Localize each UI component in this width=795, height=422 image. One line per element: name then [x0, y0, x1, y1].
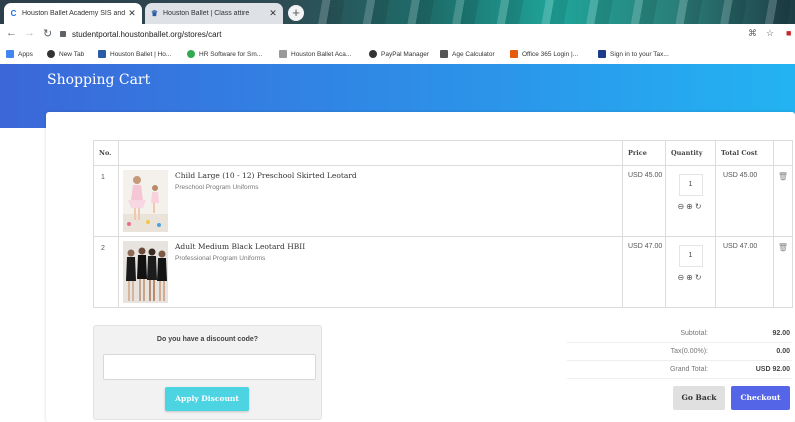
- bookmark-hr-software[interactable]: HR Software for Sm...: [187, 50, 262, 58]
- bookmark-office-365[interactable]: Office 365 Login |...: [510, 50, 578, 58]
- tax-label: Tax(0.00%):: [670, 348, 708, 355]
- col-quantity: Quantity: [665, 140, 716, 166]
- bookmark-star-icon[interactable]: ☆: [766, 28, 774, 39]
- address-bar-row: ← → ↻ studentportal.houstonballet.org/st…: [0, 24, 795, 46]
- bookmark-tax-signin[interactable]: Sign in to your Tax...: [598, 50, 669, 58]
- quantity-cell: 1 ⊖⊕↻: [665, 165, 716, 237]
- order-totals: Subtotal: 92.00 Tax(0.00%): 0.00 Grand T…: [567, 325, 792, 379]
- table-row: 1 Child Large (10 - 12) Preschool Skirte…: [93, 165, 793, 237]
- trash-icon[interactable]: 🗑: [778, 172, 788, 181]
- bookmark-age-calculator[interactable]: Age Calculator: [440, 50, 495, 58]
- bookmark-apps[interactable]: Apps: [6, 50, 33, 58]
- discount-code-input[interactable]: [103, 354, 316, 380]
- tab-sis-cart[interactable]: C Houston Ballet Academy SIS and ✕: [4, 3, 142, 24]
- subtotal-label: Subtotal:: [680, 330, 708, 337]
- cart-table: No. Price Quantity Total Cost 1 Child La…: [93, 140, 793, 308]
- globe-icon: [369, 50, 377, 58]
- product-image[interactable]: [123, 241, 168, 303]
- trash-icon[interactable]: 🗑: [778, 243, 788, 252]
- grand-total-row: Grand Total: USD 92.00: [567, 361, 792, 379]
- tax-row: Tax(0.00%): 0.00: [567, 343, 792, 361]
- delete-cell: 🗑: [773, 236, 793, 308]
- translate-icon[interactable]: ⌘: [748, 28, 757, 39]
- bookmarks-bar: Apps New Tab Houston Ballet | Ho... HR S…: [0, 46, 795, 65]
- tax-icon: [598, 50, 606, 58]
- go-back-button[interactable]: Go Back: [673, 386, 725, 410]
- item-total: USD 45.00: [715, 165, 774, 237]
- back-arrow-icon[interactable]: ←: [6, 27, 17, 39]
- increase-icon[interactable]: ⊕: [686, 273, 695, 282]
- row-number: 2: [93, 236, 119, 308]
- houston-ballet-favicon-icon: ♛: [150, 9, 159, 18]
- apps-grid-icon: [6, 50, 14, 58]
- close-tab-icon[interactable]: ✕: [126, 8, 138, 19]
- globe-icon: [47, 50, 55, 58]
- sis-favicon-icon: C: [10, 9, 17, 18]
- url-field[interactable]: studentportal.houstonballet.org/stores/c…: [60, 27, 740, 43]
- apply-discount-button[interactable]: Apply Discount: [165, 387, 249, 411]
- quantity-cell: 1 ⊖⊕↻: [665, 236, 716, 308]
- item-price: USD 45.00: [622, 165, 666, 237]
- tab-title: Houston Ballet | Class attire: [163, 10, 250, 17]
- bookmark-new-tab[interactable]: New Tab: [47, 50, 84, 58]
- item-price: USD 47.00: [622, 236, 666, 308]
- col-actions: [773, 140, 793, 166]
- product-cell: Child Large (10 - 12) Preschool Skirted …: [118, 165, 623, 237]
- product-cell: Adult Medium Black Leotard HBII Professi…: [118, 236, 623, 308]
- decrease-icon[interactable]: ⊖: [677, 273, 686, 282]
- subtotal-value: 92.00: [772, 330, 790, 337]
- office-icon: [510, 50, 518, 58]
- refresh-icon[interactable]: ↻: [695, 273, 704, 282]
- decrease-icon[interactable]: ⊖: [677, 202, 686, 211]
- new-tab-button[interactable]: +: [288, 5, 304, 21]
- item-total: USD 47.00: [715, 236, 774, 308]
- refresh-icon[interactable]: ↻: [695, 202, 704, 211]
- col-product: [118, 140, 623, 166]
- col-price: Price: [622, 140, 666, 166]
- product-name[interactable]: Child Large (10 - 12) Preschool Skirted …: [123, 171, 618, 180]
- checkout-button[interactable]: Checkout: [731, 386, 790, 410]
- calculator-icon: [440, 50, 448, 58]
- discount-panel: Do you have a discount code? Apply Disco…: [93, 325, 322, 420]
- green-circle-icon: [187, 50, 195, 58]
- page-title: Shopping Cart: [47, 72, 151, 88]
- increase-icon[interactable]: ⊕: [686, 202, 695, 211]
- bookmark-paypal-manager[interactable]: PayPal Manager: [369, 50, 429, 58]
- product-name[interactable]: Adult Medium Black Leotard HBII: [123, 242, 618, 251]
- quantity-input[interactable]: 1: [678, 245, 703, 267]
- col-total: Total Cost: [715, 140, 774, 166]
- grand-total-value: USD 92.00: [755, 366, 790, 373]
- product-category: Preschool Program Uniforms: [175, 184, 259, 191]
- product-category: Professional Program Uniforms: [175, 255, 266, 262]
- url-text: studentportal.houstonballet.org/stores/c…: [72, 30, 222, 39]
- tab-class-attire[interactable]: ♛ Houston Ballet | Class attire ✕: [145, 3, 283, 24]
- close-tab-icon[interactable]: ✕: [267, 8, 279, 19]
- tab-title: Houston Ballet Academy SIS and: [22, 10, 126, 17]
- tax-value: 0.00: [776, 348, 790, 355]
- col-no: No.: [93, 140, 119, 166]
- bookmark-houston-ballet[interactable]: Houston Ballet | Ho...: [98, 50, 171, 58]
- subtotal-row: Subtotal: 92.00: [567, 325, 792, 343]
- bookmark-houston-ballet-academy[interactable]: Houston Ballet Aca...: [279, 50, 351, 58]
- extension-icon[interactable]: ■: [786, 28, 791, 38]
- cart-table-header: No. Price Quantity Total Cost: [93, 140, 793, 166]
- quantity-input[interactable]: 1: [678, 174, 703, 196]
- table-row: 2 Adult Medium Black Leotard HBII Profes…: [93, 236, 793, 308]
- delete-cell: 🗑: [773, 165, 793, 237]
- lock-icon: [60, 30, 66, 37]
- reload-icon[interactable]: ↻: [43, 27, 52, 40]
- tabstrip-background: [300, 0, 795, 24]
- browser-tab-strip: C Houston Ballet Academy SIS and ✕ ♛ Hou…: [0, 0, 795, 24]
- discount-prompt: Do you have a discount code?: [156, 336, 259, 343]
- forward-arrow-icon[interactable]: →: [24, 27, 35, 39]
- product-image[interactable]: [123, 170, 168, 232]
- row-number: 1: [93, 165, 119, 237]
- houston-ballet-icon: [98, 50, 106, 58]
- crest-icon: [279, 50, 287, 58]
- grand-total-label: Grand Total:: [669, 366, 708, 373]
